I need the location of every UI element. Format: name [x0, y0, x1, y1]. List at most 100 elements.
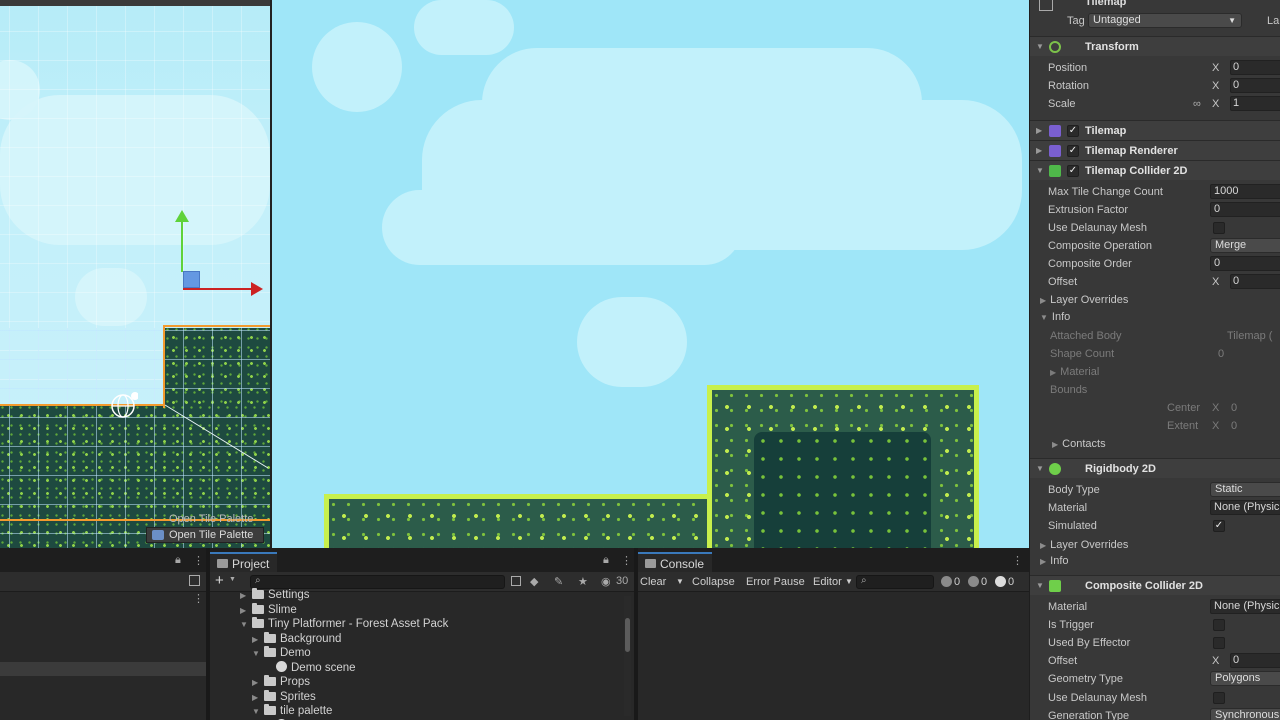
link-icon[interactable]: ∞ [1193, 95, 1201, 113]
cc-offset-x-field[interactable]: 0 [1230, 653, 1280, 668]
scale-x-field[interactable]: 1 [1230, 96, 1280, 111]
composite-order-field[interactable]: 0 [1210, 256, 1280, 271]
project-scrollbar[interactable] [624, 596, 631, 716]
simulated-label: Simulated [1048, 520, 1097, 532]
is-trigger-checkbox[interactable] [1213, 619, 1225, 631]
clear-options-chevron-icon[interactable]: ▼ [676, 575, 684, 589]
game-cloud [312, 22, 402, 112]
tag-dropdown[interactable]: Untagged ▼ [1088, 13, 1242, 28]
tilemap-header[interactable]: ▶ ✓ Tilemap [1030, 120, 1280, 140]
error-count-toggle[interactable]: 0 [995, 575, 1014, 589]
rotation-x-field[interactable]: 0 [1230, 78, 1280, 93]
composite-operation-dropdown[interactable]: Merge [1210, 238, 1280, 253]
collapse-button[interactable]: Collapse [692, 575, 735, 589]
warning-count-toggle[interactable]: 0 [968, 575, 987, 589]
folder-icon [217, 559, 228, 568]
extrusion-factor-field[interactable]: 0 [1210, 202, 1280, 217]
collapsed-arrow-icon[interactable]: ▶ [252, 675, 264, 690]
cc-use-delaunay-checkbox[interactable] [1213, 692, 1225, 704]
filter-type-icon[interactable] [511, 576, 521, 586]
tilemap-renderer-enabled-checkbox[interactable]: ✓ [1067, 145, 1079, 157]
cc-material-field[interactable]: None (Physic [1210, 599, 1280, 614]
game-view[interactable] [270, 0, 1029, 548]
error-pause-button[interactable]: Error Pause [746, 575, 805, 589]
project-tree-item[interactable]: ▶ Sprites [252, 689, 316, 705]
attached-body-label: Attached Body [1050, 330, 1122, 342]
project-tree-item[interactable]: ▶ Background [252, 631, 342, 647]
collapsed-arrow-icon[interactable]: ▶ [252, 690, 264, 705]
hierarchy-kebab-icon[interactable]: ⋮ [193, 592, 204, 605]
project-tree-item[interactable]: Demo scene [264, 660, 356, 676]
open-tile-palette-button[interactable]: Open Tile Palette [146, 527, 264, 543]
used-by-effector-checkbox[interactable] [1213, 637, 1225, 649]
use-delaunay-row: Use Delaunay Mesh [1030, 219, 1280, 237]
scene-toolbar[interactable] [0, 0, 270, 6]
position-x-field[interactable]: 0 [1230, 60, 1280, 75]
clear-button[interactable]: Clear [640, 575, 666, 589]
offset-x-field[interactable]: 0 [1230, 274, 1280, 289]
log-count-toggle[interactable]: 0 [941, 575, 960, 589]
lock-icon[interactable]: 🔒︎ [175, 554, 181, 567]
layer-overrides-text: Layer Overrides [1050, 294, 1129, 306]
collapsed-arrow-icon[interactable]: ▶ [240, 588, 252, 603]
use-delaunay-checkbox[interactable] [1213, 222, 1225, 234]
simulated-checkbox[interactable]: ✓ [1213, 520, 1225, 532]
foldout-icon: ▼ [1036, 581, 1044, 590]
rb-info-foldout[interactable]: ▶ Info [1030, 552, 1280, 570]
scene-view[interactable]: Open Tile Palette Open Tile Palette [0, 0, 270, 548]
info-foldout[interactable]: ▼ Info [1030, 308, 1280, 326]
collapsed-arrow-icon[interactable]: ▶ [240, 603, 252, 618]
kebab-menu-icon[interactable]: ⋮ [193, 554, 204, 567]
project-tree-item[interactable]: ▼ Tiny Platformer - Forest Asset Pack [240, 617, 448, 632]
tooltip-button-label: Open Tile Palette [169, 529, 254, 541]
add-button[interactable]: + [215, 572, 224, 589]
composite-collider-header[interactable]: ▼ Composite Collider 2D [1030, 575, 1280, 595]
error-count: 0 [1008, 576, 1015, 588]
transform-header[interactable]: ▼ Transform [1030, 36, 1280, 56]
folder-icon [264, 631, 276, 643]
tilemap-enabled-checkbox[interactable]: ✓ [1067, 125, 1079, 137]
move-gizmo-y-arrow[interactable] [175, 210, 189, 272]
console-search-input[interactable]: ⌕ [856, 575, 934, 589]
project-tree-item[interactable]: ▼ tile palette [252, 704, 332, 719]
rb-material-field[interactable]: None (Physic [1210, 500, 1280, 515]
geometry-type-dropdown[interactable]: Polygons [1210, 671, 1280, 686]
body-type-dropdown[interactable]: Static [1210, 482, 1280, 497]
info-material-label: ▶ Material [1050, 366, 1100, 378]
editor-dropdown[interactable]: Editor [813, 575, 842, 589]
star-icon[interactable]: ★ [578, 575, 588, 588]
project-tree-item[interactable]: ▼ Demo [252, 646, 311, 661]
move-gizmo-plane-handle[interactable] [183, 271, 200, 288]
expanded-arrow-icon[interactable]: ▼ [240, 617, 252, 632]
contacts-foldout[interactable]: ▶ Contacts [1030, 435, 1280, 453]
max-tile-change-field[interactable]: 1000 [1210, 184, 1280, 199]
project-tree-label: Background [280, 632, 342, 645]
scrollbar-thumb[interactable] [625, 618, 630, 652]
tilemap-renderer-header[interactable]: ▶ ✓ Tilemap Renderer [1030, 140, 1280, 160]
lock-icon[interactable]: 🔒︎ [603, 554, 609, 567]
tag-icon[interactable]: ✎ [554, 575, 563, 588]
rigidbody-header[interactable]: ▼ Rigidbody 2D [1030, 458, 1280, 478]
visibility-icon[interactable]: ◉ [601, 575, 611, 588]
kebab-menu-icon[interactable]: ⋮ [1012, 554, 1023, 567]
layer-overrides-foldout[interactable]: ▶ Layer Overrides [1030, 291, 1280, 309]
filter-label-icon[interactable]: ◆ [530, 575, 538, 588]
expanded-arrow-icon[interactable]: ▼ [252, 646, 264, 661]
expanded-arrow-icon[interactable]: ▼ [252, 704, 264, 719]
tilemap-collider-enabled-checkbox[interactable]: ✓ [1067, 165, 1079, 177]
is-trigger-row: Is Trigger [1030, 616, 1280, 634]
move-gizmo-x-arrow[interactable] [183, 282, 263, 296]
project-tree-item[interactable]: ▶ Settings [240, 588, 310, 603]
project-tree-item[interactable]: ▶ Props [252, 675, 310, 690]
kebab-menu-icon[interactable]: ⋮ [621, 554, 632, 567]
generation-type-dropdown[interactable]: Synchronous [1210, 708, 1280, 720]
tab-console[interactable]: Console [638, 552, 713, 572]
hierarchy-selected-row[interactable] [0, 662, 206, 676]
tilemap-collider-header[interactable]: ▼ ✓ Tilemap Collider 2D [1030, 160, 1280, 180]
collapsed-arrow-icon[interactable]: ▶ [252, 632, 264, 647]
project-tree-item[interactable]: ▶ Slime [240, 602, 297, 618]
project-search-input[interactable]: ⌕ [250, 575, 505, 589]
tab-project[interactable]: Project [210, 552, 278, 572]
camera-frustum-line [164, 404, 269, 469]
collapse-icon[interactable] [189, 575, 200, 586]
